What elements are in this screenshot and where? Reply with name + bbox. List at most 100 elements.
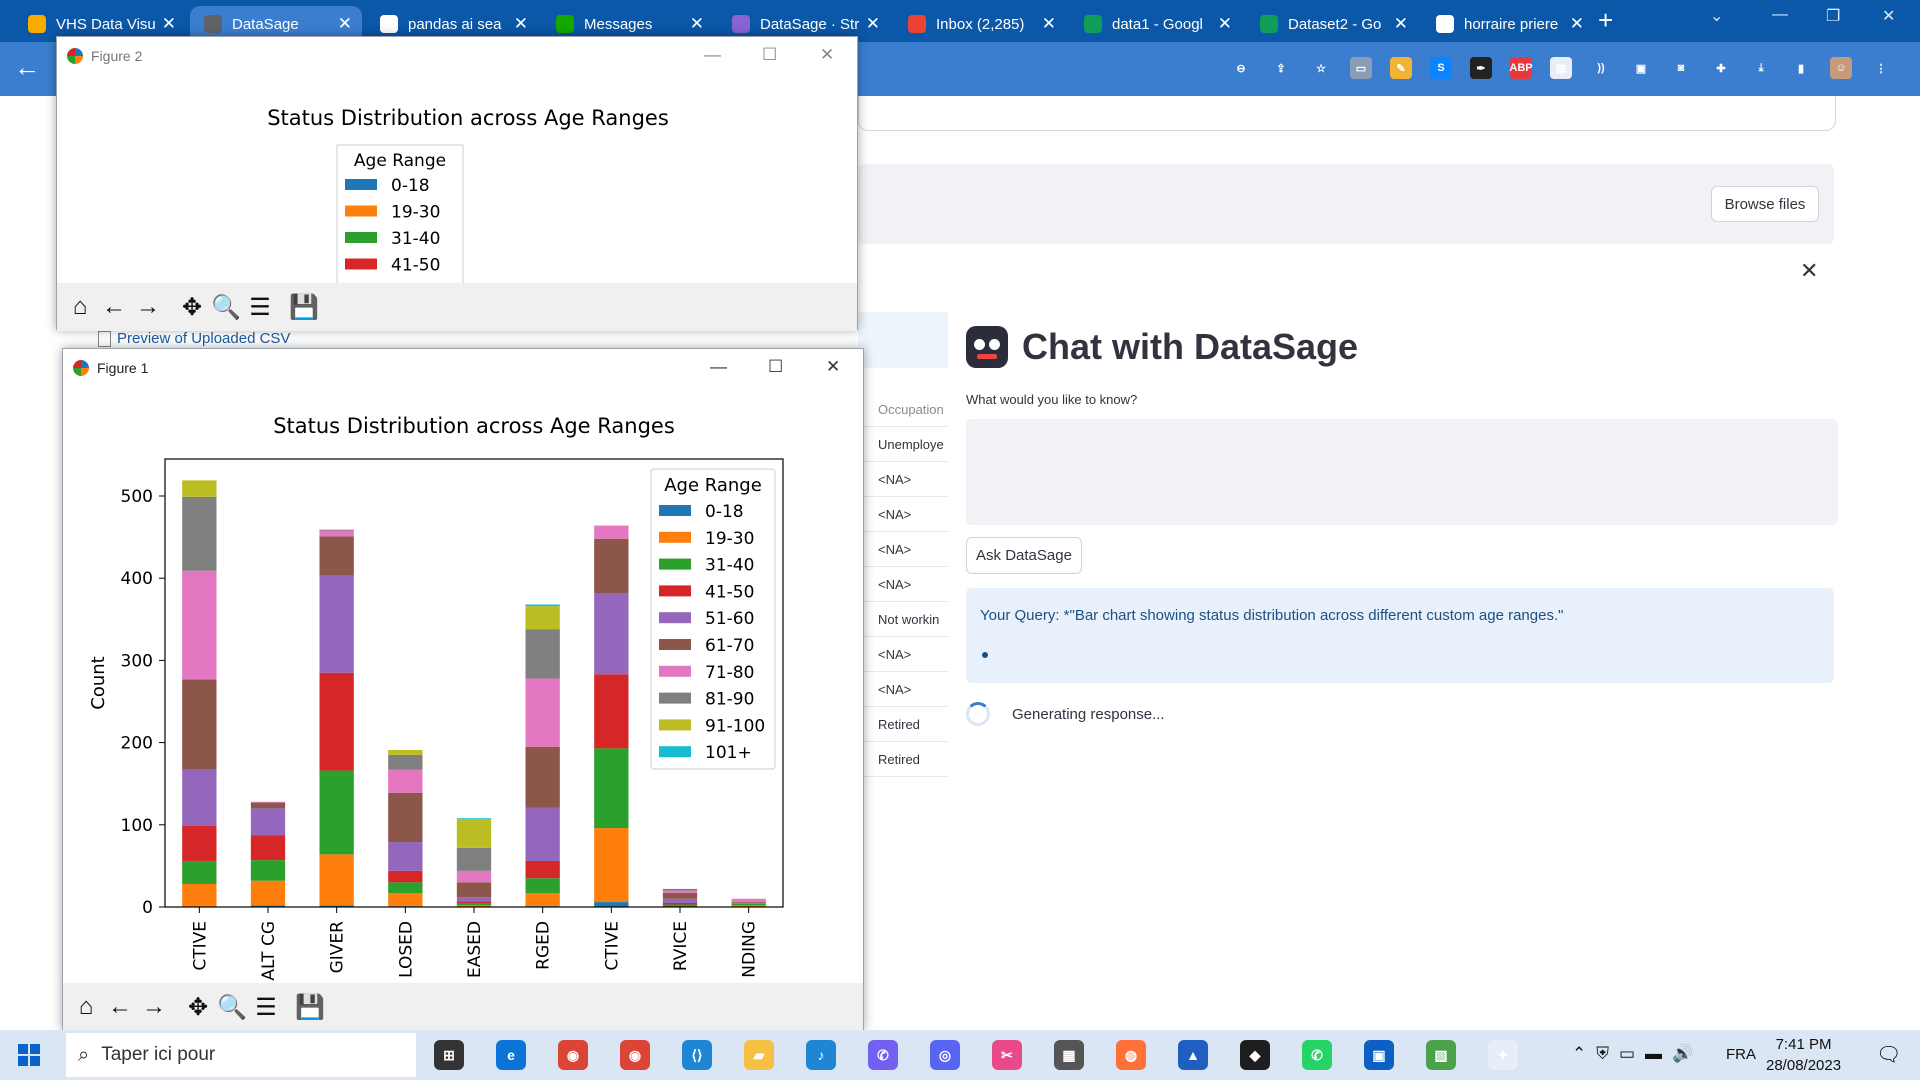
language-indicator[interactable]: FRA — [1726, 1046, 1756, 1063]
maximize-icon[interactable]: ☐ — [762, 45, 777, 65]
windows-start-icon[interactable] — [18, 1044, 40, 1066]
save-icon[interactable]: 💾 — [287, 293, 321, 322]
vscode-icon[interactable]: ⟨⟩ — [682, 1040, 712, 1070]
configure-icon[interactable]: ☰ — [249, 993, 283, 1022]
close-icon[interactable]: ✕ — [820, 45, 834, 65]
forward-arrow-icon[interactable]: → — [131, 293, 165, 321]
pan-icon[interactable]: ✥ — [175, 293, 209, 322]
pan-icon[interactable]: ✥ — [181, 993, 215, 1022]
viber-icon[interactable]: ✆ — [868, 1040, 898, 1070]
tab-8[interactable]: horraire priere ✕ — [1422, 6, 1594, 42]
restore-icon[interactable]: ❐ — [1826, 6, 1840, 26]
shazam-icon[interactable]: S — [1430, 57, 1452, 79]
dataframe-cell[interactable]: <NA> — [862, 497, 948, 532]
chrome-icon[interactable]: ◉ — [558, 1040, 588, 1070]
new-tab-button[interactable]: + — [1598, 5, 1613, 36]
discord-icon[interactable]: ◎ — [930, 1040, 960, 1070]
figure-2-titlebar[interactable]: Figure 2 — [57, 37, 857, 75]
back-arrow-icon[interactable]: ← — [14, 52, 40, 83]
puzzle-icon[interactable]: ✚ — [1710, 57, 1732, 79]
column-header-occupation[interactable]: Occupation — [862, 392, 948, 427]
tab-close-icon[interactable]: ✕ — [1218, 14, 1232, 34]
preview-csv-expander[interactable]: Preview of Uploaded CSV — [98, 330, 290, 347]
teamviewer-icon[interactable]: ▣ — [1364, 1040, 1394, 1070]
tab-5[interactable]: Inbox (2,285) ✕ — [894, 6, 1066, 42]
dataframe-cell[interactable]: <NA> — [862, 637, 948, 672]
dataframe-cell[interactable]: <NA> — [862, 462, 948, 497]
dataframe-cell[interactable]: Not workin — [862, 602, 948, 637]
tab-close-icon[interactable]: ✕ — [338, 14, 352, 34]
close-icon[interactable]: ✕ — [1800, 258, 1818, 284]
browse-files-button[interactable]: Browse files — [1711, 186, 1819, 222]
home-icon[interactable]: ⌂ — [69, 993, 103, 1021]
tab-close-icon[interactable]: ✕ — [162, 14, 176, 34]
extension-note-icon[interactable]: ✎ — [1390, 57, 1412, 79]
dataframe-cell[interactable]: Retired — [862, 742, 948, 777]
forward-arrow-icon[interactable]: → — [137, 993, 171, 1021]
file-uploader[interactable] — [858, 164, 1834, 244]
docs-icon[interactable]: ▤ — [1550, 57, 1572, 79]
firefox-icon[interactable]: ◍ — [1116, 1040, 1146, 1070]
more-menu-icon[interactable]: ⋮ — [1870, 57, 1892, 79]
sidebar-icon[interactable]: ▮ — [1790, 57, 1812, 79]
notification-icon[interactable]: 🗨 — [1876, 1042, 1901, 1067]
download-icon[interactable]: ⤓ — [1750, 57, 1772, 79]
tab-7[interactable]: Dataset2 - Go ✕ — [1246, 6, 1418, 42]
system-tray-icons[interactable]: ⌃⛨▭▬🔊 — [1572, 1044, 1703, 1064]
zoom-icon[interactable]: 🔍 — [209, 293, 243, 322]
calculator-icon[interactable]: ▦ — [1054, 1040, 1084, 1070]
tab-close-icon[interactable]: ✕ — [1394, 14, 1408, 34]
share-icon[interactable]: ⇪ — [1270, 57, 1292, 79]
minimize-icon[interactable]: — — [704, 45, 721, 65]
dataframe-cell[interactable]: <NA> — [862, 672, 948, 707]
profile-avatar-icon[interactable]: ☺ — [1830, 57, 1852, 79]
question-input[interactable] — [966, 419, 1838, 525]
audio-icon[interactable]: )) — [1590, 57, 1612, 79]
tab-close-icon[interactable]: ✕ — [514, 14, 528, 34]
tiktok-icon[interactable]: ♪ — [806, 1040, 836, 1070]
taskbar-search[interactable]: ⌕ Taper ici pour — [66, 1033, 416, 1077]
close-window-icon[interactable]: ✕ — [1882, 6, 1895, 26]
maximize-icon[interactable]: ☐ — [768, 357, 783, 377]
dataframe-cell[interactable]: <NA> — [862, 532, 948, 567]
adblock-icon[interactable]: ABP — [1509, 57, 1533, 79]
figure-1-titlebar[interactable]: Figure 1 — [63, 349, 863, 387]
minimize-icon[interactable]: — — [710, 357, 727, 377]
edge-icon[interactable]: e — [496, 1040, 526, 1070]
dataframe-cell[interactable]: Retired — [862, 707, 948, 742]
extension-gray-icon[interactable]: ▭ — [1350, 57, 1372, 79]
whatsapp-icon[interactable]: ✆ — [1302, 1040, 1332, 1070]
star-icon[interactable]: ☆ — [1310, 57, 1332, 79]
task-view-icon[interactable]: ⊞ — [434, 1040, 464, 1070]
tab-search-icon[interactable]: ⌄ — [1710, 6, 1723, 26]
tab-close-icon[interactable]: ✕ — [866, 14, 880, 34]
ask-datasage-button[interactable]: Ask DataSage — [966, 537, 1082, 574]
chrome-profile-icon[interactable]: ◉ — [620, 1040, 650, 1070]
bar-segment-61-70-4 — [456, 882, 492, 898]
close-icon[interactable]: ✕ — [826, 357, 840, 377]
zoom-icon[interactable]: 🔍 — [215, 993, 249, 1022]
configure-icon[interactable]: ☰ — [243, 293, 277, 322]
image-app-icon[interactable]: ▧ — [1426, 1040, 1456, 1070]
save-icon[interactable]: 💾 — [293, 993, 327, 1022]
clock[interactable]: 7:41 PM 28/08/2023 — [1766, 1034, 1841, 1076]
file-explorer-icon[interactable]: ▰ — [744, 1040, 774, 1070]
back-arrow-icon[interactable]: ← — [97, 293, 131, 321]
tab-close-icon[interactable]: ✕ — [1570, 14, 1584, 34]
zoom-out-icon[interactable]: ⊖ — [1230, 57, 1252, 79]
app-blue-icon[interactable]: ▲ — [1178, 1040, 1208, 1070]
dataframe-cell[interactable]: <NA> — [862, 567, 948, 602]
dataframe-cell[interactable]: Unemploye — [862, 427, 948, 462]
tab-close-icon[interactable]: ✕ — [690, 14, 704, 34]
back-arrow-icon[interactable]: ← — [103, 993, 137, 1021]
eyedropper-icon[interactable]: ✒ — [1470, 57, 1492, 79]
tab-6[interactable]: data1 - Googl ✕ — [1070, 6, 1242, 42]
extension-screen-icon[interactable]: ▣ — [1630, 57, 1652, 79]
screen-capture-icon[interactable]: ◙ — [1670, 57, 1692, 79]
tab-close-icon[interactable]: ✕ — [1042, 14, 1056, 34]
figma-icon[interactable]: ◆ — [1240, 1040, 1270, 1070]
minimize-icon[interactable]: — — [1772, 6, 1788, 24]
snipping-icon[interactable]: ✂ — [992, 1040, 1022, 1070]
home-icon[interactable]: ⌂ — [63, 293, 97, 321]
matplotlib-icon[interactable]: ✦ — [1488, 1040, 1518, 1070]
